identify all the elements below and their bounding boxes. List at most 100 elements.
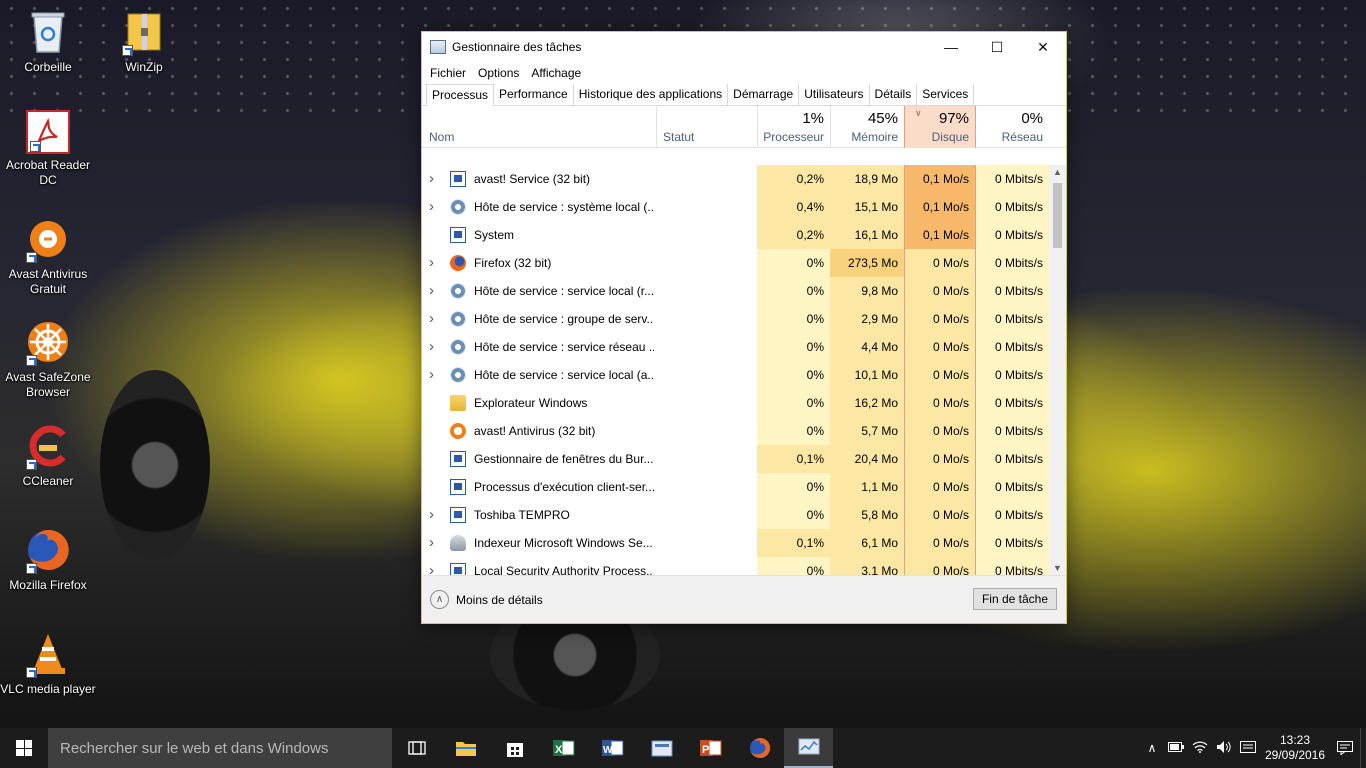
process-row[interactable]: Explorateur Windows 0% 16,2 Mo 0 Mo/s 0 Mbit…: [422, 389, 1066, 417]
expand-chevron-icon[interactable]: ›: [429, 333, 443, 361]
process-row[interactable]: › Hôte de service : service local (r... 0%…: [422, 277, 1066, 305]
expand-chevron-icon[interactable]: ›: [429, 529, 443, 557]
close-button[interactable]: ✕: [1020, 32, 1066, 62]
chevron-up-icon: ∧: [430, 590, 449, 609]
battery-icon[interactable]: [1164, 741, 1188, 755]
process-row[interactable]: › Toshiba TEMPRO 0% 5,8 Mo 0 Mo/s 0 Mbits/s: [422, 501, 1066, 529]
process-row[interactable]: › Hôte de service : système local (... 0,4…: [422, 193, 1066, 221]
desktop-icon-recycle-bin[interactable]: Corbeille: [0, 8, 96, 75]
process-memory: 5,8 Mo: [830, 501, 904, 529]
process-row[interactable]: › Local Security Authority Process... 0% 3,…: [422, 557, 1066, 575]
less-details-label: Moins de détails: [456, 592, 543, 607]
process-row[interactable]: › Firefox (32 bit) 0% 273,5 Mo 0 Mo/s 0 Mbits…: [422, 249, 1066, 277]
column-header-name[interactable]: Nom: [422, 106, 656, 148]
shortcut-arrow-icon: [30, 141, 41, 152]
powerpoint-icon[interactable]: P: [686, 728, 735, 768]
minimize-button[interactable]: —: [928, 32, 974, 62]
process-network: 0 Mbits/s: [976, 501, 1049, 529]
action-center-icon[interactable]: [1330, 728, 1360, 768]
process-row[interactable]: › Hôte de service : service réseau ... 0% 4…: [422, 333, 1066, 361]
column-header-memory[interactable]: 45% Mémoire: [830, 106, 904, 148]
excel-icon[interactable]: X: [539, 728, 588, 768]
taskbar-clock[interactable]: 13:23 29/09/2016: [1260, 733, 1330, 763]
process-memory: 6,1 Mo: [830, 529, 904, 557]
column-label: Disque: [931, 130, 969, 144]
expand-chevron-icon[interactable]: ›: [429, 277, 443, 305]
desktop-icon-winzip[interactable]: WinZip: [96, 8, 192, 75]
process-disk: 0 Mo/s: [904, 333, 976, 361]
task-manager-taskbar-button[interactable]: [784, 728, 833, 768]
file-explorer-icon[interactable]: [441, 728, 490, 768]
expand-chevron-icon[interactable]: ›: [429, 165, 443, 193]
avast-icon: [450, 423, 466, 439]
process-row[interactable]: › Hôte de service : service local (a... 0%…: [422, 361, 1066, 389]
expand-chevron-icon[interactable]: ›: [429, 249, 443, 277]
column-header-status[interactable]: Statut: [656, 106, 757, 148]
shortcut-arrow-icon: [122, 45, 133, 56]
process-row[interactable]: › Hôte de service : groupe de serv... 0% 2,…: [422, 305, 1066, 333]
menu-file[interactable]: Fichier: [424, 66, 472, 80]
column-header-network[interactable]: 0% Réseau: [976, 106, 1049, 148]
scrollbar-thumb[interactable]: [1053, 183, 1062, 248]
desktop-icon-avast[interactable]: Avast Antivirus Gratuit: [0, 215, 96, 297]
process-row[interactable]: › Indexeur Microsoft Windows Se... 0,1% 6,1…: [422, 529, 1066, 557]
desktop-icon-safezone[interactable]: Avast SafeZone Browser: [0, 318, 96, 400]
language-keyboard-icon[interactable]: [1236, 740, 1260, 756]
less-details-button[interactable]: ∧ Moins de détails: [430, 590, 543, 609]
menu-view[interactable]: Affichage: [525, 66, 587, 80]
start-button[interactable]: [0, 728, 48, 768]
tab-processes[interactable]: Processus: [426, 84, 495, 106]
show-desktop-button[interactable]: [1360, 728, 1366, 768]
desktop-icon-acrobat[interactable]: Acrobat Reader DC: [0, 110, 96, 188]
shortcut-arrow-icon: [26, 252, 37, 263]
firefox-icon[interactable]: [735, 728, 784, 768]
title-bar[interactable]: Gestionnaire des tâches — ☐ ✕: [422, 32, 1066, 62]
process-network: 0 Mbits/s: [976, 193, 1049, 221]
process-disk: 0,1 Mo/s: [904, 165, 976, 193]
scroll-down-icon[interactable]: ▼: [1049, 561, 1066, 575]
process-row[interactable]: Processus d'exécution client-ser... 0% 1,1…: [422, 473, 1066, 501]
process-cpu: 0,2%: [757, 165, 830, 193]
process-name: Hôte de service : service local (a...: [474, 368, 654, 382]
tab-performance[interactable]: Performance: [494, 84, 574, 105]
process-row[interactable]: avast! Antivirus (32 bit) 0% 5,7 Mo 0 Mo/s 0…: [422, 417, 1066, 445]
store-icon[interactable]: [490, 728, 539, 768]
desktop-icon-ccleaner[interactable]: CCleaner: [0, 422, 96, 489]
wifi-icon[interactable]: [1188, 741, 1212, 756]
column-header-disk[interactable]: ∨ 97% Disque: [904, 106, 976, 148]
tab-users[interactable]: Utilisateurs: [799, 84, 870, 105]
column-header-cpu[interactable]: 1% Processeur: [757, 106, 830, 148]
process-row[interactable]: Gestionnaire de fenêtres du Bur... 0,1% 20…: [422, 445, 1066, 473]
volume-icon[interactable]: [1212, 740, 1236, 757]
process-disk: 0 Mo/s: [904, 557, 976, 575]
vertical-scrollbar[interactable]: ▲ ▼: [1049, 165, 1066, 575]
process-name: Local Security Authority Process...: [474, 564, 654, 575]
taskbar-search-box[interactable]: Rechercher sur le web et dans Windows: [48, 728, 392, 768]
desktop-icon-firefox[interactable]: Mozilla Firefox: [0, 526, 96, 593]
expand-chevron-icon[interactable]: ›: [429, 193, 443, 221]
expand-chevron-icon[interactable]: ›: [429, 361, 443, 389]
tab-services[interactable]: Services: [917, 84, 975, 105]
process-cpu: 0%: [757, 473, 830, 501]
expand-chevron-icon[interactable]: ›: [429, 305, 443, 333]
maximize-button[interactable]: ☐: [974, 32, 1020, 62]
scroll-up-icon[interactable]: ▲: [1049, 165, 1066, 179]
menu-options[interactable]: Options: [472, 66, 525, 80]
tab-app-history[interactable]: Historique des applications: [574, 84, 729, 105]
process-name: avast! Antivirus (32 bit): [474, 424, 596, 438]
word-icon[interactable]: W: [588, 728, 637, 768]
expand-chevron-icon[interactable]: ›: [429, 501, 443, 529]
process-network: 0 Mbits/s: [976, 557, 1049, 575]
end-task-button[interactable]: Fin de tâche: [973, 588, 1057, 610]
expand-chevron-icon[interactable]: ›: [429, 557, 443, 575]
process-disk: 0 Mo/s: [904, 417, 976, 445]
calculator-icon[interactable]: [637, 728, 686, 768]
tab-startup[interactable]: Démarrage: [728, 84, 800, 105]
process-row[interactable]: System 0,2% 16,1 Mo 0,1 Mo/s 0 Mbits/s: [422, 221, 1066, 249]
task-view-icon[interactable]: [392, 728, 441, 768]
process-row[interactable]: › avast! Service (32 bit) 0,2% 18,9 Mo 0,1 M…: [422, 165, 1066, 193]
chevron-up-icon[interactable]: ∧: [1140, 741, 1164, 755]
tab-details[interactable]: Détails: [870, 84, 918, 105]
desktop-icon-vlc[interactable]: VLC media player: [0, 630, 96, 697]
process-memory: 15,1 Mo: [830, 193, 904, 221]
